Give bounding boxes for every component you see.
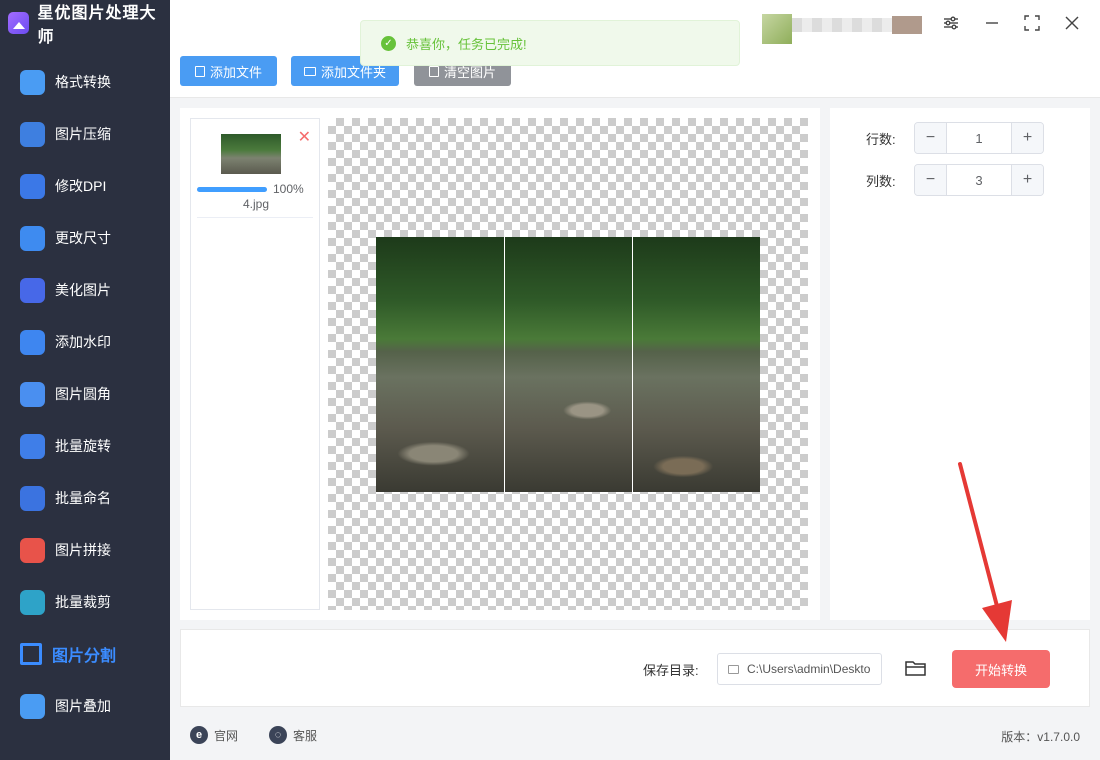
file-progress-bar [197, 187, 267, 192]
status-bar: e 官网 ◌ 客服 版本：v1.7.0.0 [170, 714, 1100, 760]
rotate-icon [20, 433, 45, 459]
split-line [632, 237, 633, 492]
support-label: 客服 [293, 728, 318, 743]
support-link[interactable]: ◌ 客服 [269, 726, 317, 744]
trash-icon [428, 65, 439, 77]
cols-stepper: − + [914, 164, 1044, 196]
sidebar-item-label: 图片分割 [52, 648, 117, 665]
app-title: 星优图片处理大师 [37, 5, 157, 46]
toast-message: 恭喜你，任务已完成! [406, 36, 527, 52]
sidebar-item[interactable]: 添加水印 [0, 316, 170, 368]
crop-icon [20, 589, 45, 615]
sidebar-item[interactable]: 批量旋转 [0, 420, 170, 472]
sidebar-item[interactable]: 美化图片 [0, 264, 170, 316]
sidebar-item-label: 图片拼接 [55, 542, 111, 558]
beautify-icon [20, 277, 45, 303]
version-text: 版本：v1.7.0.0 [1001, 730, 1080, 744]
save-dir-path: C:\Users\admin\Deskto [747, 662, 871, 676]
split-icon [20, 643, 42, 665]
cols-increment-button[interactable]: + [1011, 165, 1043, 195]
layers-icon [20, 693, 45, 719]
cols-label: 列数: [866, 173, 896, 189]
sidebar-item-label: 批量旋转 [55, 438, 111, 454]
file-name: 4.jpg [242, 197, 270, 211]
sidebar: 星优图片处理大师 格式转换图片压缩修改DPI 更改尺寸美化图片添加水印图片圆角批量… [0, 0, 170, 760]
bottom-bar: 保存目录: C:\Users\admin\Deskto 开始转换 [180, 629, 1090, 707]
start-convert-button[interactable]: 开始转换 [952, 650, 1050, 688]
settings-sliders-icon[interactable] [940, 12, 962, 34]
rename-icon [20, 485, 45, 511]
file-progress-fill [197, 187, 267, 192]
sidebar-item[interactable]: 修改DPI [0, 160, 170, 212]
website-link[interactable]: e 官网 [190, 726, 238, 744]
cols-input[interactable] [947, 165, 1011, 195]
preview-photo [376, 237, 760, 492]
sidebar-item-label: 修改DPI [55, 178, 107, 194]
add-file-label: 添加文件 [209, 64, 262, 80]
close-icon[interactable] [1061, 12, 1083, 34]
file-icon [194, 65, 205, 77]
file-thumbnail [221, 134, 281, 174]
sidebar-item[interactable]: 图片压缩 [0, 108, 170, 160]
resize-icon [20, 225, 45, 251]
app-logo-icon [8, 12, 30, 34]
add-file-button[interactable]: 添加文件 [180, 56, 277, 86]
folder-icon [303, 66, 316, 76]
sidebar-item[interactable]: 格式转换 [0, 56, 170, 108]
ie-browser-icon: e [190, 726, 208, 744]
sidebar-item-label: 更改尺寸 [55, 230, 111, 246]
app-brand: 星优图片处理大师 [0, 0, 170, 46]
file-progress-text: 100% [273, 182, 304, 196]
sidebar-nav: 格式转换图片压缩修改DPI 更改尺寸美化图片添加水印图片圆角批量旋转批量命名图片拼… [0, 56, 170, 732]
main-panel: ✕ 100% 4.jpg [180, 108, 820, 620]
chat-support-icon: ◌ [269, 726, 287, 744]
user-name-blurred-end [892, 16, 922, 34]
website-label: 官网 [214, 728, 239, 743]
rows-stepper: − + [914, 122, 1044, 154]
sidebar-item-label: 批量命名 [55, 490, 111, 506]
sidebar-item[interactable]: 批量命名 [0, 472, 170, 524]
maximize-icon[interactable] [1021, 12, 1043, 34]
round-corner-icon [20, 381, 45, 407]
sidebar-item-label: 格式转换 [55, 74, 111, 90]
sidebar-item-label: 图片圆角 [55, 386, 111, 402]
open-folder-icon[interactable] [905, 660, 927, 677]
watermark-icon [20, 329, 45, 355]
sidebar-item-label: 图片叠加 [55, 698, 111, 714]
file-list: ✕ 100% 4.jpg [190, 118, 320, 610]
sidebar-item[interactable]: 图片拼接 [0, 524, 170, 576]
sidebar-item-label: 批量裁剪 [55, 594, 111, 610]
save-dir-label: 保存目录: [643, 663, 699, 678]
rows-setting: 行数: − + [866, 122, 1044, 154]
rows-increment-button[interactable]: + [1011, 123, 1043, 153]
sidebar-item-label: 添加水印 [55, 334, 111, 350]
settings-panel: 行数: − + 列数: − + [830, 108, 1090, 620]
rows-label: 行数: [866, 131, 896, 147]
sidebar-item-label: 图片压缩 [55, 126, 111, 142]
sidebar-item[interactable]: 图片分割 [0, 628, 170, 680]
sidebar-item[interactable]: 更改尺寸 [0, 212, 170, 264]
save-dir-input[interactable]: C:\Users\admin\Deskto [717, 653, 882, 685]
remove-file-icon[interactable]: ✕ [298, 127, 311, 147]
split-line [504, 237, 505, 492]
sidebar-item[interactable]: 图片圆角 [0, 368, 170, 420]
success-toast: ✓ 恭喜你，任务已完成! [360, 20, 740, 66]
sidebar-item[interactable]: 批量裁剪 [0, 576, 170, 628]
sidebar-item[interactable]: 图片叠加 [0, 680, 170, 732]
dpi-icon [20, 173, 45, 199]
sidebar-item-label: 美化图片 [55, 282, 111, 298]
rows-input[interactable] [947, 123, 1011, 153]
user-avatar[interactable] [762, 14, 792, 44]
minimize-icon[interactable] [981, 12, 1003, 34]
image-preview [328, 118, 808, 610]
cols-setting: 列数: − + [866, 164, 1044, 196]
image-convert-icon [20, 69, 45, 95]
cols-decrement-button[interactable]: − [915, 165, 947, 195]
rows-decrement-button[interactable]: − [915, 123, 947, 153]
image-compress-icon [20, 121, 45, 147]
folder-small-icon [728, 664, 739, 674]
stitch-icon [20, 537, 45, 563]
check-circle-icon: ✓ [381, 35, 396, 51]
file-list-item[interactable]: ✕ 100% 4.jpg [197, 119, 313, 218]
